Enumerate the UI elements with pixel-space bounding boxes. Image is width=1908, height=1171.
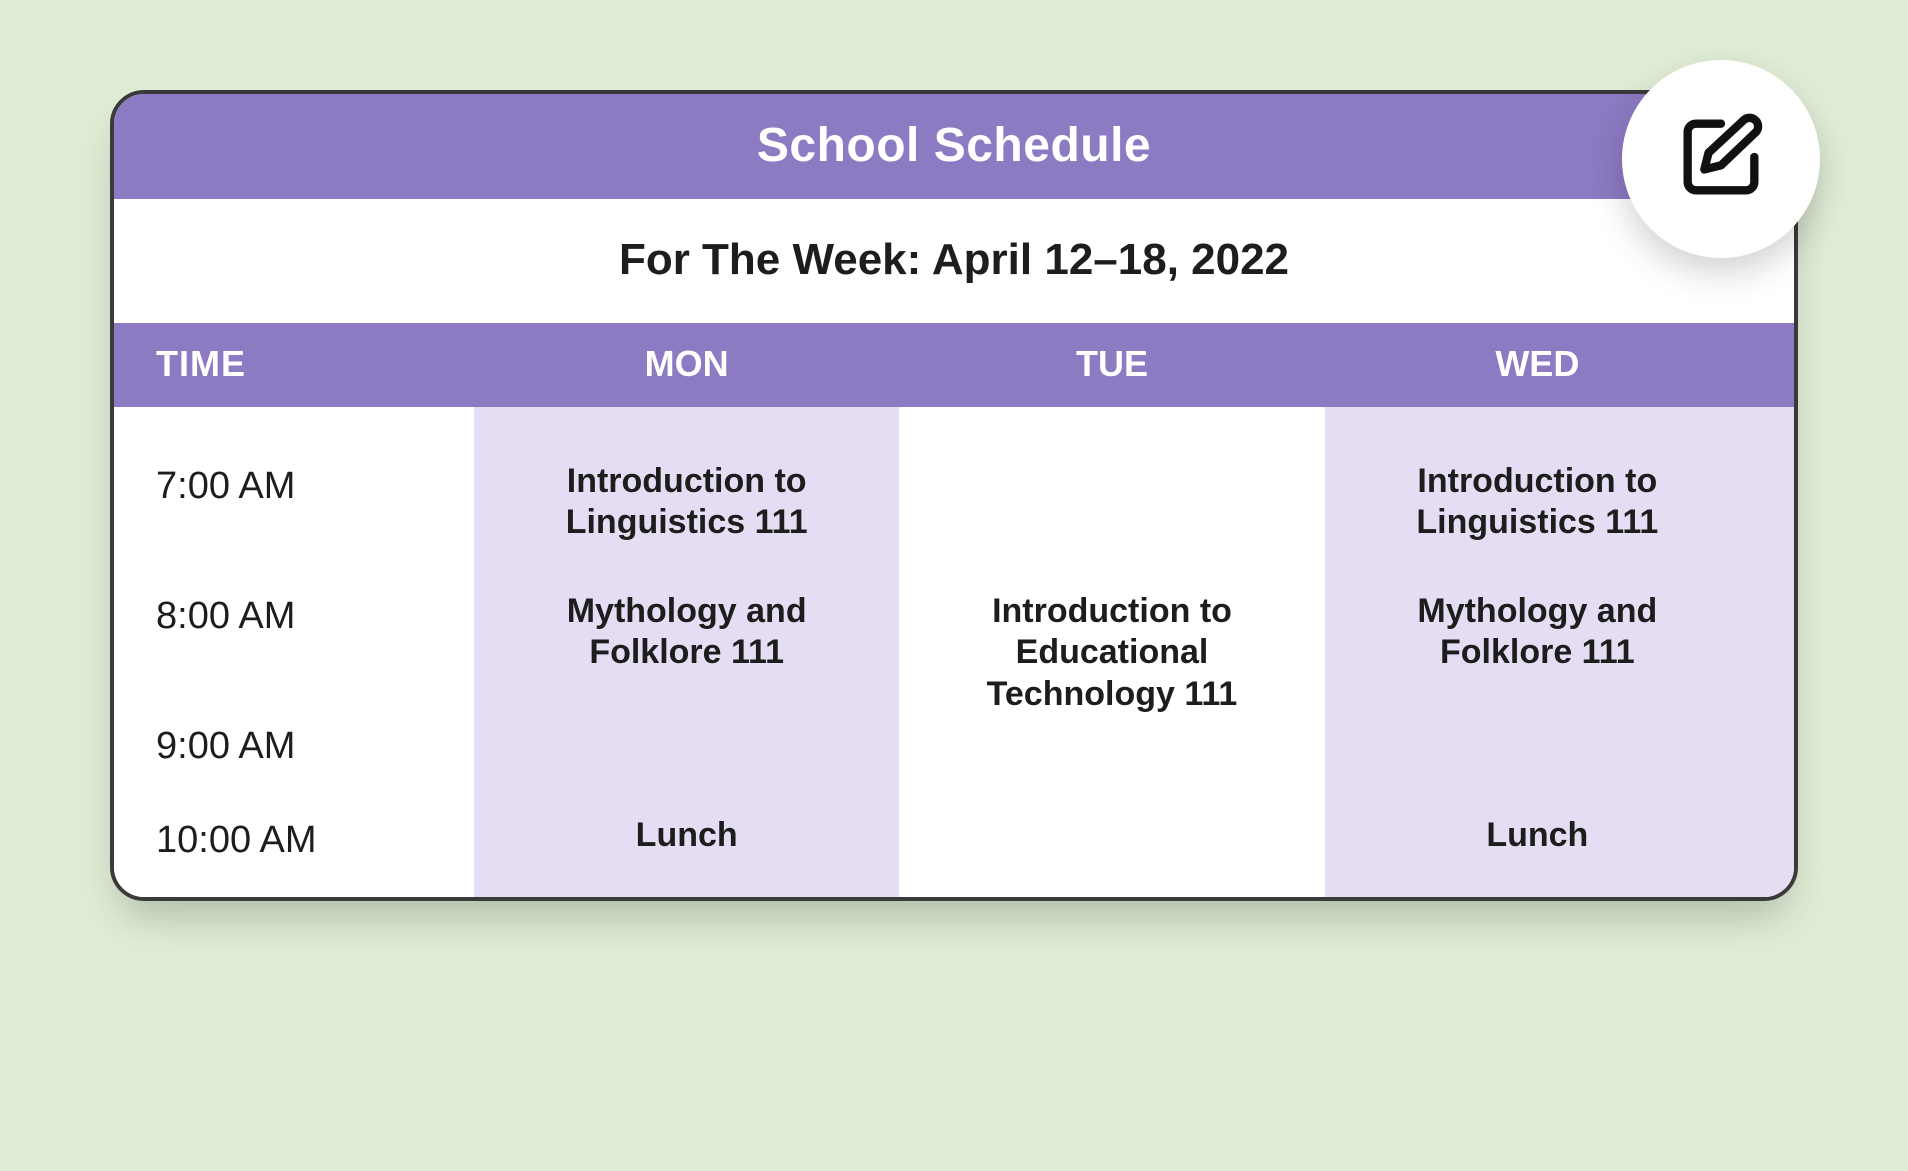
schedule-cell: Introduction to Linguistics 111 bbox=[474, 453, 899, 583]
schedule-cell: Lunch bbox=[1325, 807, 1750, 877]
schedule-cell bbox=[899, 807, 1324, 877]
col-header-wed: WED bbox=[1325, 323, 1750, 407]
time-label: 7:00 AM bbox=[156, 453, 474, 583]
time-column: 7:00 AM 8:00 AM 9:00 AM 10:00 AM bbox=[114, 407, 474, 897]
schedule-cell bbox=[899, 453, 1324, 583]
time-label: 8:00 AM bbox=[156, 583, 474, 713]
page-title-bar: School Schedule bbox=[114, 94, 1794, 199]
week-subtitle: For The Week: April 12–18, 2022 bbox=[619, 235, 1289, 284]
schedule-card: School Schedule For The Week: April 12–1… bbox=[110, 90, 1798, 901]
schedule-cell bbox=[1325, 713, 1750, 807]
edit-icon bbox=[1671, 107, 1771, 212]
col-header-fill bbox=[1750, 323, 1798, 407]
time-label: 9:00 AM bbox=[156, 713, 474, 807]
week-subtitle-bar: For The Week: April 12–18, 2022 bbox=[114, 199, 1794, 323]
day-column-tue: Introduction to Educational Technology 1… bbox=[899, 407, 1324, 897]
schedule-header-row: TIME MON TUE WED bbox=[114, 323, 1794, 407]
col-header-time: TIME bbox=[114, 323, 474, 407]
schedule-card-wrapper: School Schedule For The Week: April 12–1… bbox=[110, 90, 1798, 901]
schedule-cell: Mythology and Folklore 111 bbox=[1325, 583, 1750, 713]
day-column-mon: Introduction to Linguistics 111 Mytholog… bbox=[474, 407, 899, 897]
schedule-cell: Lunch bbox=[474, 807, 899, 877]
schedule-cell bbox=[474, 713, 899, 807]
schedule-cell: Introduction to Linguistics 111 bbox=[1325, 453, 1750, 583]
page-title: School Schedule bbox=[757, 119, 1151, 172]
schedule-cell: Mythology and Folklore 111 bbox=[474, 583, 899, 713]
col-header-tue: TUE bbox=[899, 323, 1324, 407]
schedule-cell bbox=[899, 713, 1324, 807]
col-header-mon: MON bbox=[474, 323, 899, 407]
schedule-body: 7:00 AM 8:00 AM 9:00 AM 10:00 AM Introdu… bbox=[114, 407, 1794, 897]
time-label: 10:00 AM bbox=[156, 807, 474, 877]
day-column-wed: Introduction to Linguistics 111 Mytholog… bbox=[1325, 407, 1750, 897]
schedule-cell: Introduction to Educational Technology 1… bbox=[899, 583, 1324, 713]
edit-button[interactable] bbox=[1622, 60, 1820, 258]
day-column-fill bbox=[1750, 407, 1794, 897]
